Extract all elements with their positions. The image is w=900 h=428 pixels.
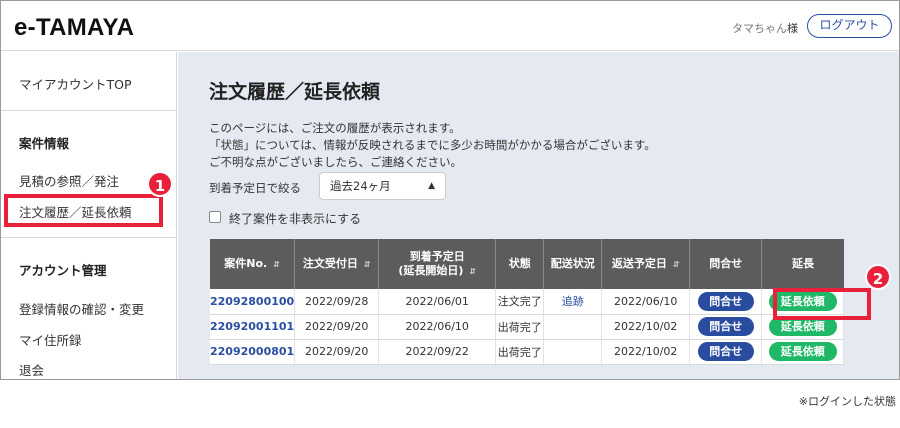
sort-icon[interactable]: ⇵ (469, 267, 476, 276)
col-header-arrival-date[interactable]: 到着予定日 (延長開始日) ⇵ (378, 239, 497, 289)
main-content: 注文履歴／延長依頼 このページには、ご注文の履歴が表示されます。 「状態」につい… (178, 52, 899, 379)
footnote: ※ログインした状態 (798, 395, 896, 408)
case-no-link[interactable]: 22092000801 (210, 339, 296, 365)
user-greeting: タマちゃん様 (732, 20, 798, 36)
sidebar-section-orders: 案件情報 (19, 136, 70, 151)
description-line: ご不明な点がございましたら、ご連絡ください。 (209, 155, 462, 169)
page-title: 注文履歴／延長依頼 (209, 81, 381, 103)
site-logo[interactable]: e-TAMAYA (14, 14, 134, 42)
arrival-date: 2022/06/10 (378, 314, 497, 340)
col-header-return-date[interactable]: 返送予定日 ⇵ (601, 239, 691, 289)
inquiry-button[interactable]: 問合せ (697, 317, 754, 336)
sidebar-divider (1, 237, 177, 238)
site-header: e-TAMAYA タマちゃん様 ログアウト (1, 1, 899, 51)
sort-icon[interactable]: ⇵ (364, 260, 371, 269)
browser-frame: e-TAMAYA タマちゃん様 ログアウト マイアカウントTOP 案件情報 見積… (0, 0, 900, 380)
tracking-link (543, 339, 603, 365)
hide-finished-checkbox[interactable] (209, 211, 221, 223)
sidebar-item-account-top[interactable]: マイアカウントTOP (19, 74, 132, 93)
sort-icon[interactable]: ⇵ (273, 260, 280, 269)
tracking-link[interactable]: 追跡 (543, 289, 603, 315)
status: 注文完了 (495, 289, 545, 315)
highlight-order-history (4, 194, 163, 227)
sort-icon[interactable]: ⇵ (673, 260, 680, 269)
inquiry-cell: 問合せ (689, 314, 763, 340)
col-header-inquiry: 問合せ (689, 239, 763, 289)
col-header-delivery: 配送状況 (543, 239, 603, 289)
hide-finished-label[interactable]: 終了案件を非表示にする (229, 210, 361, 227)
highlight-extend-button (773, 288, 871, 320)
inquiry-cell: 問合せ (689, 339, 763, 365)
step-badge-1: 1 (147, 171, 173, 197)
case-no-link[interactable]: 22092800100 (210, 289, 296, 315)
col-header-case-no[interactable]: 案件No. ⇵ (210, 239, 296, 289)
status: 出荷完了 (495, 314, 545, 340)
table-row: 22092000801 2022/09/20 2022/09/22 出荷完了 2… (210, 339, 845, 365)
table-row: 22092001101 2022/09/20 2022/06/10 出荷完了 2… (210, 314, 845, 340)
sidebar-item-profile[interactable]: 登録情報の確認・変更 (19, 299, 144, 318)
inquiry-button[interactable]: 問合せ (697, 342, 754, 361)
inquiry-cell: 問合せ (689, 289, 763, 315)
sidebar-divider (1, 110, 177, 111)
inquiry-button[interactable]: 問合せ (697, 291, 754, 311)
order-date: 2022/09/28 (294, 289, 380, 315)
col-header-order-date[interactable]: 注文受付日 ⇵ (294, 239, 380, 289)
extend-request-button[interactable]: 延長依頼 (768, 342, 837, 361)
filter-selected-value: 過去24ヶ月 (330, 179, 391, 193)
step-badge-2: 2 (865, 264, 891, 290)
user-name: タマちゃん (732, 22, 787, 35)
order-history-table: 案件No. ⇵ 注文受付日 ⇵ 到着予定日 (延長開始日) ⇵ 状態 配送状況 返送予定… (210, 239, 845, 365)
logout-button[interactable]: ログアウト (807, 14, 892, 38)
sidebar-item-quotes[interactable]: 見積の参照／発注 (19, 171, 119, 190)
sidebar-section-account: アカウント管理 (19, 263, 107, 278)
updown-arrow-icon: ▲︎ (428, 181, 435, 191)
arrival-filter-select[interactable]: 過去24ヶ月 ▲︎ (319, 172, 446, 200)
sidebar-item-address-book[interactable]: マイ住所録 (19, 330, 82, 349)
return-date: 2022/06/10 (601, 289, 691, 315)
order-date: 2022/09/20 (294, 314, 380, 340)
extend-cell: 延長依頼 (761, 339, 845, 365)
col-header-status: 状態 (495, 239, 545, 289)
user-suffix: 様 (787, 22, 798, 35)
arrival-date: 2022/06/01 (378, 289, 497, 315)
filter-label: 到着予定日で絞る (209, 181, 301, 195)
tracking-link (543, 314, 603, 340)
order-date: 2022/09/20 (294, 339, 380, 365)
sidebar-item-withdraw[interactable]: 退会 (19, 360, 44, 379)
col-header-extend: 延長 (761, 239, 844, 289)
status: 出荷完了 (495, 339, 545, 365)
description-line: このページには、ご注文の履歴が表示されます。 (209, 121, 461, 135)
case-no-link[interactable]: 22092001101 (210, 314, 296, 340)
return-date: 2022/10/02 (601, 339, 691, 365)
return-date: 2022/10/02 (601, 314, 691, 340)
arrival-date: 2022/09/22 (378, 339, 497, 365)
table-row: 22092800100 2022/09/28 2022/06/01 注文完了 追… (210, 289, 845, 315)
description-line: 「状態」については、情報が反映されるまでに多少お時間がかかる場合がございます。 (209, 138, 656, 152)
